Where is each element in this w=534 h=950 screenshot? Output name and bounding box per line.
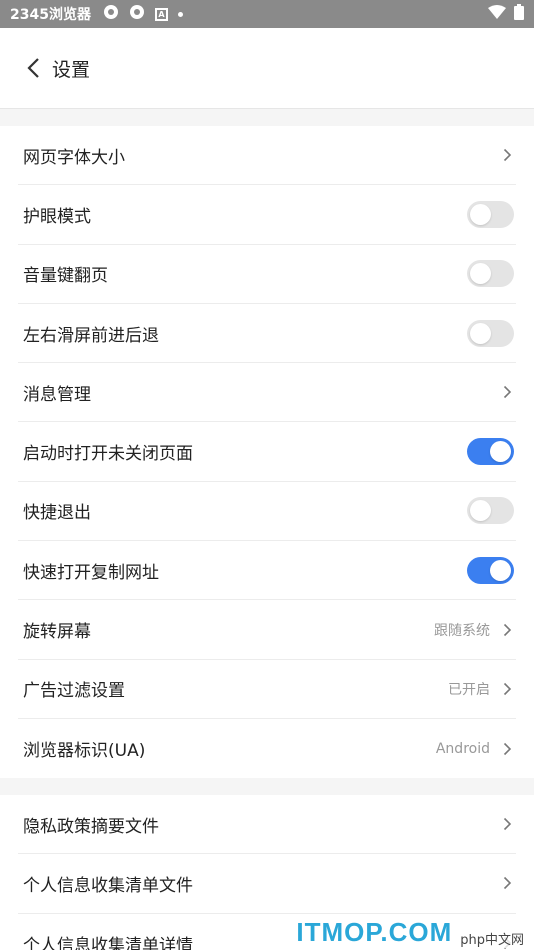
settings-row-label: 音量键翻页	[23, 266, 108, 287]
toggle-knob	[470, 322, 491, 344]
settings-row[interactable]: 旋转屏幕 跟随系统	[18, 600, 516, 660]
settings-row[interactable]: 隐私政策摘要文件	[18, 795, 516, 855]
back-button[interactable]	[8, 43, 58, 93]
toggle-knob	[470, 263, 491, 285]
settings-row[interactable]: 快捷退出	[18, 482, 516, 542]
toggle-switch[interactable]	[467, 438, 514, 466]
toggle-knob	[470, 500, 491, 522]
status-app-name: 2345浏览器	[10, 7, 91, 23]
notification-dot-icon	[177, 11, 183, 17]
chevron-right-icon	[500, 385, 514, 399]
settings-row-value: Android	[435, 740, 490, 757]
toggle-switch[interactable]	[467, 319, 514, 347]
settings-row-label: 快速打开复制网址	[23, 562, 159, 583]
settings-row[interactable]: 网页字体大小	[18, 126, 516, 186]
settings-row-label: 个人信息收集清单文件	[23, 875, 193, 896]
toggle-knob	[470, 203, 491, 225]
chevron-right-icon	[500, 682, 514, 696]
settings-row[interactable]: 浏览器标识(UA) Android	[18, 719, 516, 778]
watermark: ITMOP.COM php中文网	[296, 917, 526, 948]
settings-row[interactable]: 个人信息收集清单文件	[18, 854, 516, 914]
settings-row-value: 已开启	[448, 681, 490, 698]
wifi-icon	[488, 5, 506, 23]
status-icons: A	[103, 4, 183, 24]
chevron-right-icon	[500, 148, 514, 162]
settings-row[interactable]: 广告过滤设置 已开启	[18, 660, 516, 719]
chevron-right-icon	[500, 742, 514, 756]
toggle-switch[interactable]	[467, 497, 514, 525]
toggle-knob	[490, 559, 511, 581]
settings-row[interactable]: 左右滑屏前进后退	[18, 304, 516, 364]
settings-group-general: 网页字体大小 护眼模式音量键翻页左右滑屏前进后退 消息管理启动时打开未关闭页面 快捷退…	[0, 126, 534, 778]
a-badge-icon: A	[154, 7, 168, 21]
watermark-main: ITMOP.COM	[296, 917, 453, 947]
toggle-switch[interactable]	[467, 260, 514, 288]
settings-row-label: 广告过滤设置	[23, 681, 125, 702]
settings-row-value: 跟随系统	[434, 622, 490, 639]
status-bar: 2345浏览器 A	[0, 0, 534, 28]
settings-row-label: 快捷退出	[23, 503, 91, 524]
chevron-right-icon	[500, 817, 514, 831]
toggle-switch[interactable]	[467, 556, 514, 584]
settings-row-label: 护眼模式	[23, 206, 91, 227]
watermark-sub: php中文网	[458, 929, 526, 948]
chevron-left-icon	[27, 58, 39, 78]
chevron-right-icon	[500, 623, 514, 637]
settings-row-label: 左右滑屏前进后退	[23, 325, 159, 346]
settings-row-label: 网页字体大小	[23, 147, 125, 168]
settings-row[interactable]: 消息管理	[18, 363, 516, 423]
settings-row-label: 消息管理	[23, 384, 91, 405]
chevron-right-icon	[500, 876, 514, 890]
settings-header: 设置	[0, 28, 534, 109]
settings-row[interactable]: 音量键翻页	[18, 245, 516, 304]
toggle-knob	[490, 441, 511, 463]
settings-row-label: 旋转屏幕	[23, 622, 91, 643]
page-title: 设置	[52, 58, 91, 81]
toggle-switch[interactable]	[467, 200, 514, 228]
settings-row[interactable]: 护眼模式	[18, 185, 516, 245]
pinwheel-icon	[103, 4, 119, 24]
pinwheel-icon-2	[129, 4, 145, 24]
settings-row-label: 隐私政策摘要文件	[23, 816, 159, 837]
settings-row-label: 浏览器标识(UA)	[23, 741, 146, 762]
settings-row-label: 启动时打开未关闭页面	[23, 444, 193, 465]
battery-icon	[514, 4, 524, 24]
settings-row[interactable]: 快速打开复制网址	[18, 541, 516, 601]
settings-row[interactable]: 启动时打开未关闭页面	[18, 422, 516, 482]
